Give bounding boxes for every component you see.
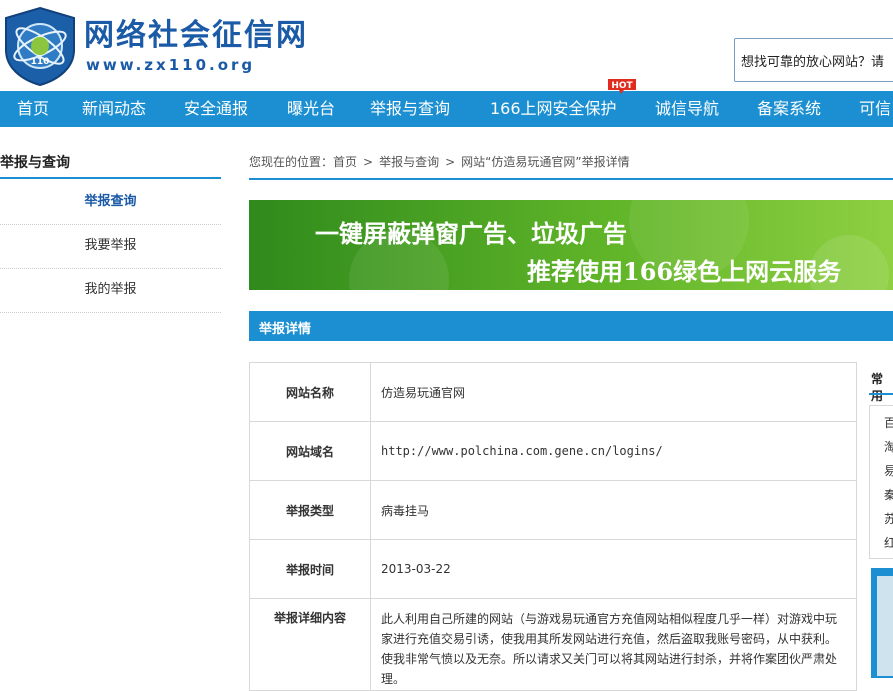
report-time-value: 2013-03-22 xyxy=(370,539,857,599)
nav-trusted[interactable]: 可信 xyxy=(859,91,891,127)
nav-filing-system[interactable]: 备案系统 xyxy=(757,91,821,127)
breadcrumb-separator-icon: > xyxy=(363,155,374,169)
nav-166-protection[interactable]: 166上网安全保护 xyxy=(490,91,617,127)
sidebar-item-my-reports[interactable]: 我的举报 xyxy=(0,268,221,313)
site-name[interactable]: 网络社会征信网 xyxy=(84,18,308,54)
domain-label: 网站域名 xyxy=(249,421,371,481)
breadcrumb-home[interactable]: 首页 xyxy=(333,155,357,169)
breadcrumb: 您现在的位置：首页 > 举报与查询 > 网站“仿造易玩通官网”举报详情 xyxy=(249,153,630,170)
banner-line-1: 一键屏蔽弹窗广告、垃圾广告 xyxy=(315,219,627,248)
report-type-label: 举报类型 xyxy=(249,480,371,540)
right-panel-link[interactable]: 淘 xyxy=(884,438,893,455)
search-placeholder: 想找可靠的放心网站？请 xyxy=(741,55,885,70)
nav-security-bulletin[interactable]: 安全通报 xyxy=(184,91,248,127)
nav-exposure[interactable]: 曝光台 xyxy=(287,91,335,127)
table-row: 举报时间 2013-03-22 xyxy=(249,539,857,599)
sidebar-title-underline xyxy=(0,177,221,179)
right-panel-link[interactable]: 苏 xyxy=(884,510,893,527)
right-panel-list: 百 淘 易 秦 苏 红 xyxy=(869,405,893,559)
section-title: 举报详情 xyxy=(259,322,312,337)
nav-news[interactable]: 新闻动态 xyxy=(82,91,146,127)
table-row: 举报详细内容 此人利用自己所建的网站（与游戏易玩通官方充值网站相似程度几乎一样）… xyxy=(249,598,857,691)
table-row: 举报类型 病毒挂马 xyxy=(249,480,857,540)
banner-line-2: 推荐使用166绿色上网云服务 xyxy=(527,257,842,286)
hot-badge: HOT xyxy=(606,77,638,95)
nav-credit-guide[interactable]: 诚信导航 xyxy=(655,91,719,127)
sidebar-item-report-query[interactable]: 举报查询 xyxy=(0,180,221,225)
right-panel-link[interactable]: 秦 xyxy=(884,486,893,503)
site-logo-emblem[interactable]: 110 xyxy=(4,6,76,87)
report-content-label: 举报详细内容 xyxy=(249,598,371,691)
site-url: www.zx110.org xyxy=(86,56,256,74)
domain-value: http://www.polchina.com.gene.cn/logins/ xyxy=(370,421,857,481)
report-time-label: 举报时间 xyxy=(249,539,371,599)
report-content-value: 此人利用自己所建的网站（与游戏易玩通官方充值网站相似程度几乎一样）对游戏中玩家进… xyxy=(370,598,857,691)
report-detail-table: 网站名称 仿造易玩通官网 网站域名 http://www.polchina.co… xyxy=(249,362,857,691)
promo-banner[interactable]: 一键屏蔽弹窗广告、垃圾广告 推荐使用166绿色上网云服务 xyxy=(249,200,893,290)
right-panel-title: 常用 xyxy=(871,372,884,403)
table-row: 网站域名 http://www.polchina.com.gene.cn/log… xyxy=(249,421,857,481)
table-row: 网站名称 仿造易玩通官网 xyxy=(249,362,857,422)
section-header: 举报详情 xyxy=(249,311,893,341)
nav-home[interactable]: 首页 xyxy=(17,91,49,127)
breadcrumb-underline xyxy=(249,178,893,180)
breadcrumb-prefix: 您现在的位置： xyxy=(249,155,334,169)
right-panel-title-underline xyxy=(869,393,893,395)
search-input[interactable]: 想找可靠的放心网站？请 xyxy=(734,38,893,82)
right-panel-link[interactable]: 百 xyxy=(884,414,893,431)
site-name-value: 仿造易玩通官网 xyxy=(370,362,857,422)
breadcrumb-current: 网站“仿造易玩通官网”举报详情 xyxy=(461,155,630,169)
report-type-value: 病毒挂马 xyxy=(370,480,857,540)
right-panel-link[interactable]: 红 xyxy=(884,534,893,551)
main-nav: 首页 新闻动态 安全通报 曝光台 举报与查询 166上网安全保护 诚信导航 备案… xyxy=(0,91,893,127)
svg-text:110: 110 xyxy=(31,57,50,67)
hot-badge-label: HOT xyxy=(611,81,633,91)
sidebar-item-submit-report[interactable]: 我要举报 xyxy=(0,224,221,269)
right-panel-ad-image xyxy=(877,576,893,676)
site-name-label: 网站名称 xyxy=(249,362,371,422)
right-panel-link[interactable]: 易 xyxy=(884,462,893,479)
breadcrumb-separator-icon: > xyxy=(445,155,456,169)
breadcrumb-level2[interactable]: 举报与查询 xyxy=(379,155,439,169)
nav-report-query[interactable]: 举报与查询 xyxy=(370,91,450,127)
sidebar-title: 举报与查询 xyxy=(0,155,70,171)
